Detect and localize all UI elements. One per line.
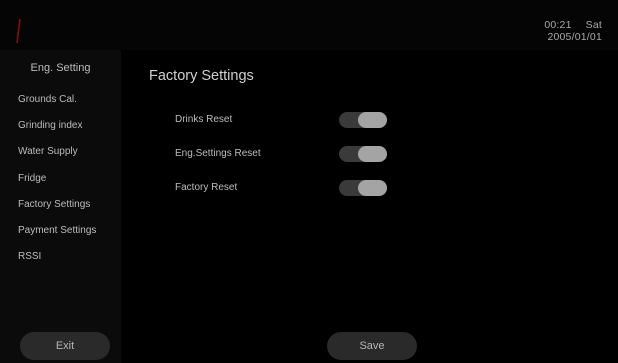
sidebar-item-fridge[interactable]: Fridge bbox=[18, 173, 96, 199]
setting-row-drinks-reset: Drinks Reset bbox=[175, 111, 595, 131]
clock-weekday: Sat bbox=[585, 19, 602, 31]
brand-logo-icon bbox=[16, 18, 21, 44]
eng-settings-reset-toggle[interactable] bbox=[339, 146, 387, 162]
main-panel: Factory Settings Drinks Reset Eng.Settin… bbox=[121, 50, 618, 363]
toggle-knob bbox=[358, 112, 387, 128]
save-button[interactable]: Save bbox=[327, 332, 417, 360]
clock-time: 00:21 bbox=[544, 19, 572, 31]
clock: 00:21 Sat 2005/01/01 bbox=[544, 19, 602, 43]
clock-date: 2005/01/01 bbox=[547, 31, 602, 43]
sidebar-item-water-supply[interactable]: Water Supply bbox=[18, 146, 96, 172]
setting-label: Factory Reset bbox=[175, 182, 238, 193]
setting-label: Drinks Reset bbox=[175, 114, 233, 125]
sidebar-nav: Grounds Cal. Grinding index Water Supply… bbox=[18, 94, 96, 277]
sidebar-title: Eng. Setting bbox=[30, 62, 91, 74]
toggle-knob bbox=[358, 180, 387, 196]
setting-row-factory-reset: Factory Reset bbox=[175, 179, 595, 199]
top-bar: 00:21 Sat 2005/01/01 bbox=[0, 0, 618, 50]
page-title: Factory Settings bbox=[149, 68, 254, 84]
drinks-reset-toggle[interactable] bbox=[339, 112, 387, 128]
sidebar: Eng. Setting Grounds Cal. Grinding index… bbox=[0, 50, 121, 363]
toggle-knob bbox=[358, 146, 387, 162]
factory-reset-toggle[interactable] bbox=[339, 180, 387, 196]
sidebar-item-rssi[interactable]: RSSI bbox=[18, 251, 96, 277]
sidebar-item-factory-settings[interactable]: Factory Settings bbox=[18, 199, 96, 225]
setting-label: Eng.Settings Reset bbox=[175, 148, 261, 159]
sidebar-item-payment-settings[interactable]: Payment Settings bbox=[18, 225, 96, 251]
exit-button[interactable]: Exit bbox=[20, 332, 110, 360]
setting-row-eng-settings-reset: Eng.Settings Reset bbox=[175, 145, 595, 165]
sidebar-item-grinding-index[interactable]: Grinding index bbox=[18, 120, 96, 146]
sidebar-item-grounds-cal[interactable]: Grounds Cal. bbox=[18, 94, 96, 120]
